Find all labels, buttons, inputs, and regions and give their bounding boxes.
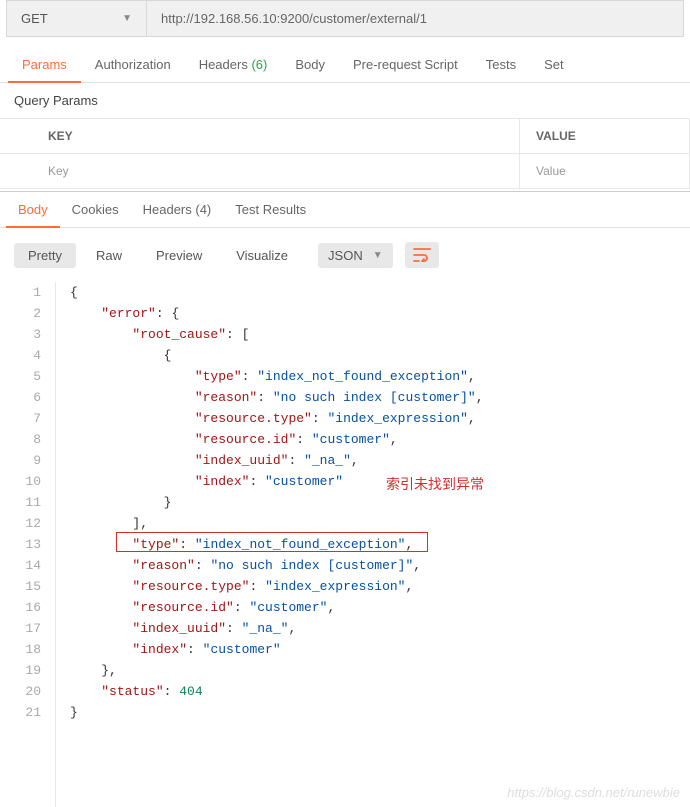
query-params-table: KEY VALUE Key Value (0, 118, 690, 189)
format-label: JSON (328, 248, 363, 263)
resp-tab-testresults[interactable]: Test Results (223, 192, 318, 227)
raw-button[interactable]: Raw (82, 243, 136, 268)
tab-headers[interactable]: Headers (6) (185, 47, 282, 82)
http-method-dropdown[interactable]: GET ▼ (7, 1, 147, 36)
watermark-text: https://blog.csdn.net/runewbie (507, 782, 680, 803)
preview-button[interactable]: Preview (142, 243, 216, 268)
chevron-down-icon: ▼ (373, 250, 383, 261)
table-header-row: KEY VALUE (0, 119, 690, 154)
annotation-text: 索引未找到异常 (386, 474, 484, 495)
tab-authorization[interactable]: Authorization (81, 47, 185, 82)
resp-tab-headers[interactable]: Headers (4) (131, 192, 224, 227)
url-input[interactable] (147, 1, 683, 36)
col-value: VALUE (520, 119, 690, 154)
table-row[interactable]: Key Value (0, 154, 690, 189)
resp-tab-body[interactable]: Body (6, 192, 60, 227)
highlight-box (116, 532, 428, 552)
tab-body[interactable]: Body (281, 47, 339, 82)
tab-tests[interactable]: Tests (472, 47, 530, 82)
json-code[interactable]: { "error": { "root_cause": [ { "type": "… (56, 282, 690, 807)
tab-settings[interactable]: Set (530, 47, 578, 82)
col-key: KEY (0, 119, 520, 154)
tab-prerequest[interactable]: Pre-request Script (339, 47, 472, 82)
response-toolbar: Pretty Raw Preview Visualize JSON ▼ (0, 228, 690, 282)
format-dropdown[interactable]: JSON ▼ (318, 243, 393, 268)
wrap-icon (413, 248, 431, 262)
response-tabs: Body Cookies Headers (4) Test Results (0, 191, 690, 228)
resp-tab-cookies[interactable]: Cookies (60, 192, 131, 227)
response-body: 123456789101112131415161718192021 { "err… (0, 282, 690, 807)
request-tabs: Params Authorization Headers (6) Body Pr… (0, 47, 690, 83)
tab-params[interactable]: Params (8, 47, 81, 82)
query-params-title: Query Params (0, 83, 690, 118)
line-gutter: 123456789101112131415161718192021 (0, 282, 56, 807)
request-row: GET ▼ (6, 0, 684, 37)
http-method-label: GET (21, 11, 48, 26)
value-input[interactable]: Value (520, 154, 690, 189)
key-input[interactable]: Key (0, 154, 520, 189)
pretty-button[interactable]: Pretty (14, 243, 76, 268)
visualize-button[interactable]: Visualize (222, 243, 302, 268)
chevron-down-icon: ▼ (122, 13, 132, 24)
wrap-lines-button[interactable] (405, 242, 439, 268)
